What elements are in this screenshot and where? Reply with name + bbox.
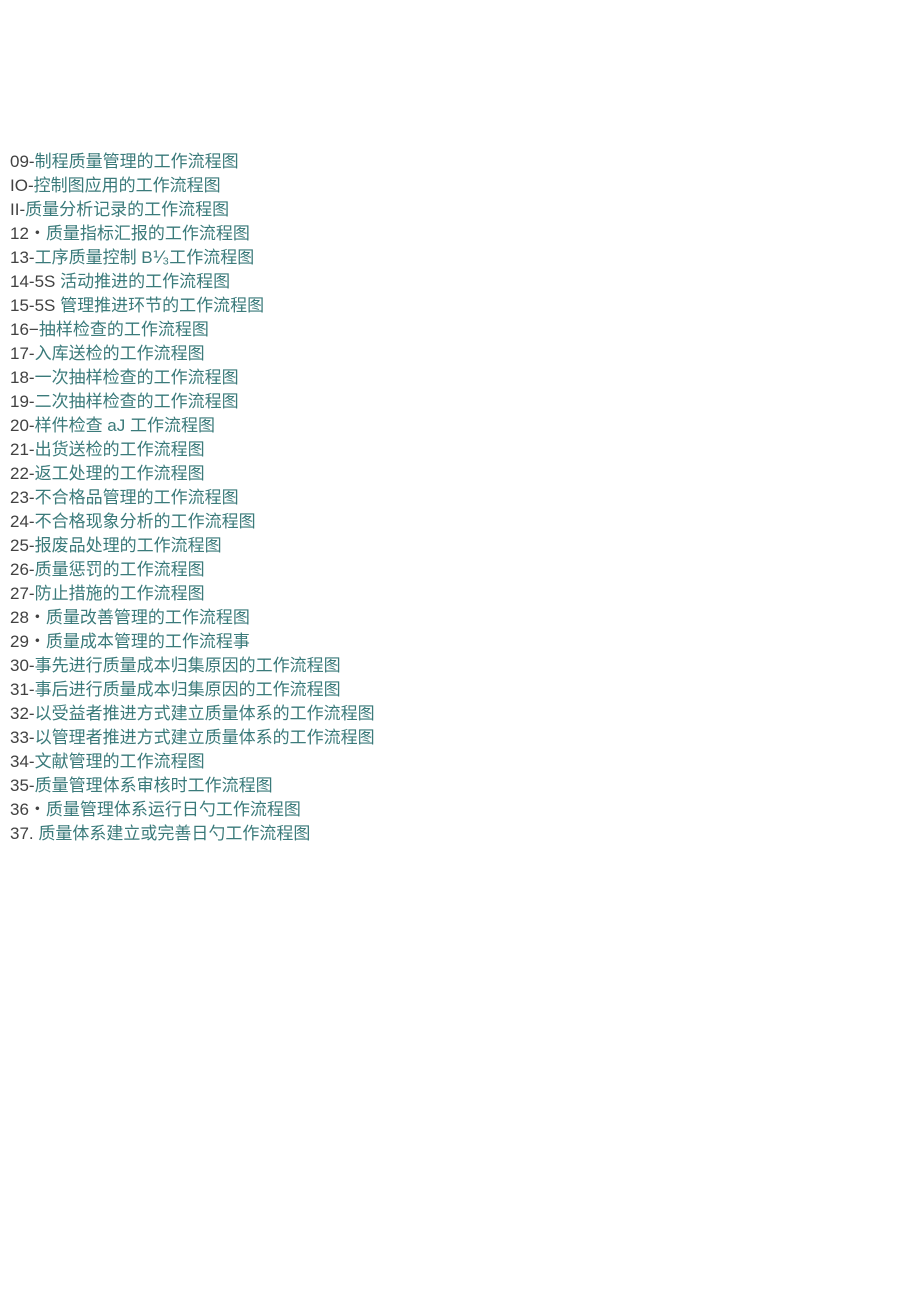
item-number: 14-5S <box>10 272 60 291</box>
item-number: 09- <box>10 152 35 171</box>
list-item: 28・质量改善管理的工作流程图 <box>10 606 920 630</box>
item-text: 控制图应用的工作流程图 <box>34 176 221 195</box>
item-text: 样件检查 aJ 工作流程图 <box>35 416 215 435</box>
item-text: 质量成本管理的工作流程事 <box>46 632 250 651</box>
list-item: 16−抽样检查的工作流程图 <box>10 318 920 342</box>
item-text: 出货送检的工作流程图 <box>35 440 205 459</box>
list-item: 18-一次抽样检查的工作流程图 <box>10 366 920 390</box>
list-item: 13-工序质量控制 B⅟₃工作流程图 <box>10 246 920 270</box>
item-number: 12・ <box>10 224 46 243</box>
item-text: 入库送检的工作流程图 <box>35 344 205 363</box>
item-number: 18- <box>10 368 35 387</box>
item-text: 不合格现象分析的工作流程图 <box>35 512 256 531</box>
list-item: 33-以管理者推进方式建立质量体系的工作流程图 <box>10 726 920 750</box>
item-text: 二次抽样检查的工作流程图 <box>35 392 239 411</box>
item-number: 15-5S <box>10 296 60 315</box>
list-item: 32-以受益者推进方式建立质量体系的工作流程图 <box>10 702 920 726</box>
item-text: 制程质量管理的工作流程图 <box>35 152 239 171</box>
item-text: 质量管理体系审核时工作流程图 <box>35 776 273 795</box>
item-number: 16− <box>10 320 39 339</box>
list-item: 22-返工处理的工作流程图 <box>10 462 920 486</box>
item-text: 以管理者推进方式建立质量体系的工作流程图 <box>35 728 375 747</box>
item-number: 17- <box>10 344 35 363</box>
item-number: 24- <box>10 512 35 531</box>
item-number: 35- <box>10 776 35 795</box>
item-text: 事先进行质量成本归集原因的工作流程图 <box>35 656 341 675</box>
list-item: 29・质量成本管理的工作流程事 <box>10 630 920 654</box>
item-text: 质量管理体系运行日勺工作流程图 <box>46 800 301 819</box>
list-item: IO-控制图应用的工作流程图 <box>10 174 920 198</box>
item-number: 36・ <box>10 800 46 819</box>
item-number: 13- <box>10 248 35 267</box>
item-number: 32- <box>10 704 35 723</box>
item-number: 26- <box>10 560 35 579</box>
list-item: 31-事后进行质量成本归集原因的工作流程图 <box>10 678 920 702</box>
item-number: 30- <box>10 656 35 675</box>
list-item: 17-入库送检的工作流程图 <box>10 342 920 366</box>
list-item: 25-报废品处理的工作流程图 <box>10 534 920 558</box>
list-item: 30-事先进行质量成本归集原因的工作流程图 <box>10 654 920 678</box>
item-number: 21- <box>10 440 35 459</box>
item-number: 37. <box>10 824 38 843</box>
list-item: 12・质量指标汇报的工作流程图 <box>10 222 920 246</box>
item-text: 抽样检查的工作流程图 <box>39 320 209 339</box>
item-text: 防止措施的工作流程图 <box>35 584 205 603</box>
item-number: 33- <box>10 728 35 747</box>
item-text: 质量分析记录的工作流程图 <box>25 200 229 219</box>
item-text: 以受益者推进方式建立质量体系的工作流程图 <box>35 704 375 723</box>
list-item: 14-5S 活动推进的工作流程图 <box>10 270 920 294</box>
document-list: 09-制程质量管理的工作流程图IO-控制图应用的工作流程图II-质量分析记录的工… <box>10 150 920 846</box>
item-text: 文献管理的工作流程图 <box>35 752 205 771</box>
item-text: 事后进行质量成本归集原因的工作流程图 <box>35 680 341 699</box>
list-item: 27-防止措施的工作流程图 <box>10 582 920 606</box>
item-number: 23- <box>10 488 35 507</box>
item-text: 一次抽样检查的工作流程图 <box>35 368 239 387</box>
list-item: 15-5S 管理推进环节的工作流程图 <box>10 294 920 318</box>
list-item: 37. 质量体系建立或完善日勺工作流程图 <box>10 822 920 846</box>
item-number: 29・ <box>10 632 46 651</box>
list-item: 36・质量管理体系运行日勺工作流程图 <box>10 798 920 822</box>
list-item: 34-文献管理的工作流程图 <box>10 750 920 774</box>
item-number: 34- <box>10 752 35 771</box>
list-item: 35-质量管理体系审核时工作流程图 <box>10 774 920 798</box>
item-number: 20- <box>10 416 35 435</box>
item-text: 质量体系建立或完善日勺工作流程图 <box>38 824 310 843</box>
list-item: 19-二次抽样检查的工作流程图 <box>10 390 920 414</box>
item-number: 27- <box>10 584 35 603</box>
item-number: II- <box>10 200 25 219</box>
item-text: 工序质量控制 B⅟₃工作流程图 <box>35 248 255 267</box>
list-item: 26-质量惩罚的工作流程图 <box>10 558 920 582</box>
item-number: 25- <box>10 536 35 555</box>
item-text: 质量改善管理的工作流程图 <box>46 608 250 627</box>
list-item: II-质量分析记录的工作流程图 <box>10 198 920 222</box>
item-number: 19- <box>10 392 35 411</box>
item-text: 报废品处理的工作流程图 <box>35 536 222 555</box>
list-item: 21-出货送检的工作流程图 <box>10 438 920 462</box>
list-item: 20-样件检查 aJ 工作流程图 <box>10 414 920 438</box>
list-item: 09-制程质量管理的工作流程图 <box>10 150 920 174</box>
item-text: 质量惩罚的工作流程图 <box>35 560 205 579</box>
item-number: 31- <box>10 680 35 699</box>
item-text: 返工处理的工作流程图 <box>35 464 205 483</box>
item-text: 活动推进的工作流程图 <box>60 272 230 291</box>
item-text: 质量指标汇报的工作流程图 <box>46 224 250 243</box>
list-item: 23-不合格品管理的工作流程图 <box>10 486 920 510</box>
item-text: 不合格品管理的工作流程图 <box>35 488 239 507</box>
list-item: 24-不合格现象分析的工作流程图 <box>10 510 920 534</box>
item-number: 28・ <box>10 608 46 627</box>
item-number: IO- <box>10 176 34 195</box>
item-number: 22- <box>10 464 35 483</box>
item-text: 管理推进环节的工作流程图 <box>60 296 264 315</box>
